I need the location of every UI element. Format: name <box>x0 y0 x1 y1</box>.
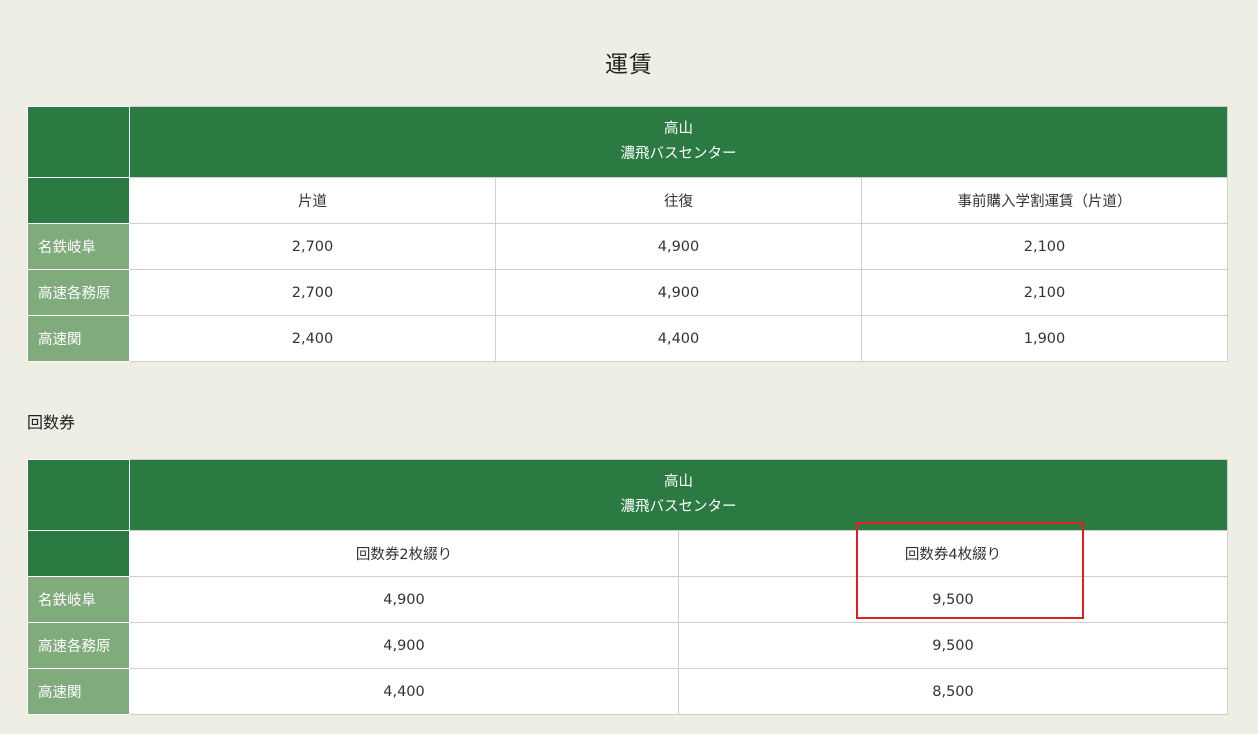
fare-cell: 2,400 <box>129 315 496 362</box>
fare-cell: 8,500 <box>678 668 1228 715</box>
destination-name: 高山 <box>664 474 693 490</box>
fare-cell: 4,400 <box>129 668 679 715</box>
row-label: 高速関 <box>27 668 130 715</box>
table-row: 高速各務原 2,700 4,900 2,100 <box>27 269 1228 316</box>
destination-header: 高山 濃飛バスセンター <box>129 106 1228 178</box>
column-header-round-trip: 往復 <box>495 177 862 224</box>
fare-cell: 4,900 <box>495 269 862 316</box>
row-label: 高速各務原 <box>27 622 130 669</box>
coupon-table: 高山 濃飛バスセンター 回数券2枚綴り 回数券4枚綴り 名鉄岐阜 4,900 9… <box>27 459 1228 715</box>
fare-cell: 4,900 <box>495 223 862 270</box>
column-header-one-way: 片道 <box>129 177 496 224</box>
fare-cell: 2,100 <box>861 223 1228 270</box>
table-row: 名鉄岐阜 4,900 9,500 <box>27 576 1228 623</box>
table-corner-cell <box>27 530 130 577</box>
fare-cell: 2,700 <box>129 223 496 270</box>
destination-header: 高山 濃飛バスセンター <box>129 459 1228 531</box>
table-row: 高速各務原 4,900 9,500 <box>27 622 1228 669</box>
fare-table: 高山 濃飛バスセンター 片道 往復 事前購入学割運賃（片道） 名鉄岐阜 2,70… <box>27 106 1228 362</box>
table-corner-cell <box>27 177 130 224</box>
row-label: 高速各務原 <box>27 269 130 316</box>
fare-cell: 4,900 <box>129 576 679 623</box>
table-corner-cell <box>27 459 130 531</box>
coupon-section-label: 回数券 <box>27 413 76 432</box>
fare-cell: 2,100 <box>861 269 1228 316</box>
page-title: 運賃 <box>605 52 653 78</box>
table-row: 名鉄岐阜 2,700 4,900 2,100 <box>27 223 1228 270</box>
destination-terminal: 濃飛バスセンター <box>620 146 737 162</box>
table-corner-cell <box>27 106 130 178</box>
destination-terminal: 濃飛バスセンター <box>620 499 737 515</box>
fare-cell: 9,500 <box>678 622 1228 669</box>
column-header-student-discount: 事前購入学割運賃（片道） <box>861 177 1228 224</box>
fare-cell: 1,900 <box>861 315 1228 362</box>
table-row: 高速関 2,400 4,400 1,900 <box>27 315 1228 362</box>
row-label: 高速関 <box>27 315 130 362</box>
fare-cell: 9,500 <box>678 576 1228 623</box>
column-header-4-ticket-book: 回数券4枚綴り <box>678 530 1228 577</box>
fare-cell: 4,400 <box>495 315 862 362</box>
destination-name: 高山 <box>664 121 693 137</box>
table-row: 高速関 4,400 8,500 <box>27 668 1228 715</box>
column-header-2-ticket-book: 回数券2枚綴り <box>129 530 679 577</box>
fare-cell: 2,700 <box>129 269 496 316</box>
row-label: 名鉄岐阜 <box>27 223 130 270</box>
row-label: 名鉄岐阜 <box>27 576 130 623</box>
fare-cell: 4,900 <box>129 622 679 669</box>
